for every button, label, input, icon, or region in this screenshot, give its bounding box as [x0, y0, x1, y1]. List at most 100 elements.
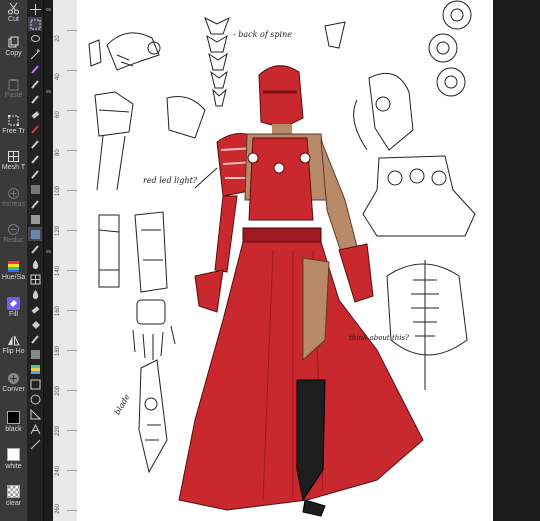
copy-button[interactable]: Copy — [0, 36, 27, 58]
reduce-label: Reduc — [3, 237, 24, 244]
clear-swatch — [7, 485, 20, 498]
character-figure — [178, 65, 424, 517]
hue-saturation-button[interactable]: Hue/Sa — [0, 260, 27, 282]
polygon-tool[interactable] — [28, 407, 42, 421]
increase-icon — [7, 187, 20, 200]
flip-horizontal-button[interactable]: Flip Ho — [0, 334, 27, 356]
ruler-tick — [67, 150, 77, 151]
lasso-tool[interactable] — [28, 32, 42, 46]
white-color-button[interactable]: white — [0, 448, 27, 471]
pen-tool-2[interactable] — [28, 77, 42, 91]
tool-palette — [27, 0, 43, 521]
line-tool[interactable] — [28, 437, 42, 451]
strip-marker — [46, 90, 51, 93]
ruler-tick — [67, 30, 77, 31]
rect-shape-tool[interactable] — [28, 377, 42, 391]
ruler-tick — [67, 190, 77, 191]
mesh-transform-button[interactable]: Mesh T — [0, 150, 27, 172]
ellipse-icon — [30, 394, 40, 404]
brush-icon-4 — [30, 169, 39, 179]
bracer-sketch — [98, 211, 168, 293]
increase-button[interactable]: Increas — [0, 187, 27, 209]
pen-icon — [30, 64, 39, 74]
ruler-label: 140 — [55, 265, 61, 276]
ruler-label: 260 — [55, 503, 61, 514]
airbrush-tool[interactable] — [28, 197, 42, 211]
rect-shape-icon — [30, 379, 40, 389]
text-tool[interactable] — [28, 422, 42, 436]
brush-tool-red[interactable] — [28, 122, 42, 136]
pen-tool-4[interactable] — [28, 332, 42, 346]
paste-label: Paste — [4, 92, 23, 99]
move-tool[interactable] — [28, 2, 42, 16]
ellipse-tool[interactable] — [28, 392, 42, 406]
ruler-tick — [67, 510, 77, 511]
smudge-tool[interactable] — [28, 257, 42, 271]
drawing-canvas[interactable]: - back of spine red led light? think abo… — [77, 0, 493, 521]
paste-button[interactable]: Paste — [0, 78, 27, 100]
pencil-icon — [30, 79, 39, 89]
strip-marker — [46, 8, 51, 11]
reduce-button[interactable]: Reduc — [0, 223, 27, 245]
ruler-tick — [67, 390, 77, 391]
eraser-tool-2[interactable] — [28, 302, 42, 316]
flip-horizontal-icon — [7, 334, 20, 347]
annotation-think: think about this? — [349, 334, 409, 342]
pen-tool-3[interactable] — [28, 242, 42, 256]
free-transform-button[interactable]: Free Tr — [0, 114, 27, 136]
grid-tool[interactable] — [28, 272, 42, 286]
blade-sketch — [138, 359, 168, 474]
texture-icon — [30, 184, 40, 194]
eraser-tool[interactable] — [28, 107, 42, 121]
pen-tool-1[interactable] — [28, 62, 42, 76]
helmet-side-sketch — [353, 72, 414, 151]
convert-label: Conver — [2, 386, 25, 393]
dropper-tool[interactable] — [28, 287, 42, 301]
clear-color-button[interactable]: clear — [0, 485, 27, 508]
cut-button[interactable]: Cut — [0, 2, 27, 24]
eraser-icon-2 — [31, 305, 39, 314]
ruler-label: 100 — [55, 185, 61, 196]
magic-wand-tool[interactable] — [28, 47, 42, 61]
brush-tool-1[interactable] — [28, 92, 42, 106]
free-transform-icon — [7, 114, 20, 127]
black-color-button[interactable]: black — [0, 411, 27, 434]
polygon-icon — [30, 408, 41, 419]
texture-tool[interactable] — [28, 182, 42, 196]
strip-marker — [46, 250, 51, 253]
blend-tool[interactable] — [28, 212, 42, 226]
rect-select-icon — [30, 19, 40, 29]
white-swatch — [7, 448, 20, 461]
fill-label: Fill — [9, 311, 18, 318]
brush-tool-3[interactable] — [28, 152, 42, 166]
pattern-tool[interactable] — [28, 227, 42, 241]
flip-horizontal-label: Flip Ho — [2, 348, 25, 355]
ruler-label: 120 — [55, 225, 61, 236]
brush-icon — [30, 94, 39, 104]
convert-button[interactable]: Conver — [0, 372, 27, 394]
ruler-label: 40 — [55, 73, 61, 80]
red-brush-icon — [30, 124, 39, 134]
brush-tool-4[interactable] — [28, 167, 42, 181]
free-transform-label: Free Tr — [2, 128, 25, 135]
pen-icon-4 — [30, 334, 39, 344]
ruler-label: 60 — [55, 111, 61, 118]
annotation-red-led: red led light? — [143, 176, 198, 185]
fill-button[interactable]: Fill — [0, 297, 27, 319]
blend-icon — [30, 214, 40, 224]
brush-tool-2[interactable] — [28, 137, 42, 151]
hue-saturation-label: Hue/Sa — [1, 274, 26, 281]
grid-icon — [30, 274, 40, 284]
fill-bucket-tool[interactable] — [28, 317, 42, 331]
color-icon — [30, 364, 40, 374]
fill-bucket-icon — [31, 320, 40, 329]
increase-label: Increas — [2, 201, 25, 208]
scissors-icon — [7, 2, 20, 15]
rect-select-tool[interactable] — [28, 17, 42, 31]
gradient-tool[interactable] — [28, 347, 42, 361]
ruler-tick — [67, 70, 77, 71]
color-tool[interactable] — [28, 362, 42, 376]
ruler-tick — [67, 230, 77, 231]
ruler-tick — [67, 270, 77, 271]
back-armor-sketch — [386, 260, 468, 390]
